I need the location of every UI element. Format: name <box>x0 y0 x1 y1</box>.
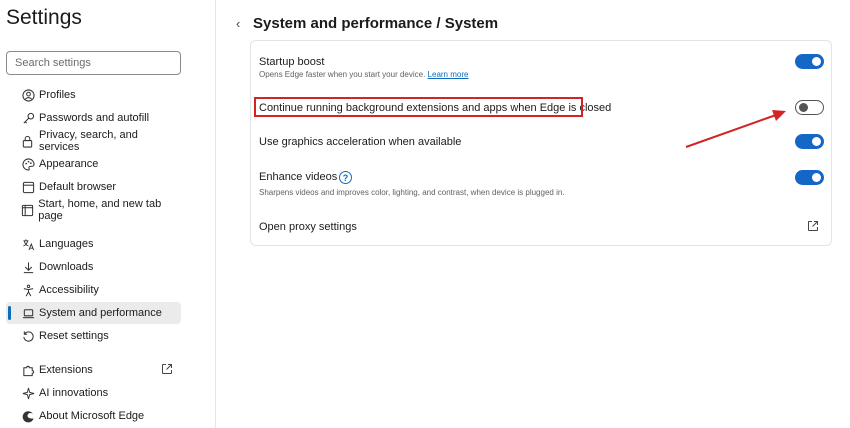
sidebar-item-reset[interactable]: Reset settings <box>6 325 181 347</box>
learn-more-link[interactable]: Learn more <box>428 70 469 79</box>
sidebar-item-passwords[interactable]: Passwords and autofill <box>6 107 181 129</box>
sidebar-item-default-browser[interactable]: Default browser <box>6 176 181 198</box>
settings-window: Settings Profiles Passwords and autofill… <box>0 0 850 428</box>
graphics-acceleration-toggle[interactable] <box>795 134 824 149</box>
search-input[interactable] <box>6 51 181 75</box>
setting-row-proxy[interactable]: Open proxy settings <box>251 213 831 239</box>
sidebar-item-label: Reset settings <box>39 330 109 342</box>
background-extensions-toggle[interactable] <box>795 100 824 115</box>
browser-icon <box>21 180 35 194</box>
setting-title: Enhance videos <box>259 171 338 183</box>
setting-row-startup-boost: Startup boost Opens Edge faster when you… <box>251 41 831 89</box>
profile-icon <box>21 88 35 102</box>
download-icon <box>21 260 35 274</box>
setting-title: Startup boost <box>259 56 325 68</box>
lock-icon <box>21 134 35 148</box>
sidebar-item-label: AI innovations <box>39 387 109 399</box>
sidebar-item-label: System and performance <box>39 307 162 319</box>
sidebar-item-start-home[interactable]: Start, home, and new tab page <box>6 198 181 222</box>
setting-description: Sharpens videos and improves color, ligh… <box>259 188 565 197</box>
sidebar-item-label: Downloads <box>39 261 94 273</box>
sidebar-item-label: Extensions <box>39 364 93 376</box>
palette-icon <box>21 157 35 171</box>
reset-icon <box>21 329 35 343</box>
sidebar-item-profiles[interactable]: Profiles <box>6 84 181 106</box>
sidebar-item-appearance[interactable]: Appearance <box>6 153 181 175</box>
sidebar-item-label: Default browser <box>39 181 117 193</box>
page-title: System and performance / System <box>253 15 499 32</box>
sidebar-item-label: Appearance <box>39 158 99 170</box>
languages-icon <box>21 237 35 251</box>
help-icon[interactable]: ? <box>339 171 352 184</box>
home-page-icon <box>21 203 34 217</box>
sidebar-item-label: Start, home, and new tab page <box>38 198 162 222</box>
sidebar-item-label: About Microsoft Edge <box>39 410 145 422</box>
accessibility-icon <box>21 283 35 297</box>
sidebar-item-system-performance[interactable]: System and performance <box>6 302 181 324</box>
puzzle-icon <box>21 363 35 377</box>
annotation-arrow-icon <box>685 110 786 148</box>
sidebar-item-downloads[interactable]: Downloads <box>6 256 181 278</box>
sidebar-item-extensions[interactable]: Extensions <box>6 359 181 381</box>
sidebar-item-label: Passwords and autofill <box>39 112 150 124</box>
sparkle-icon <box>21 386 35 400</box>
setting-title: Open proxy settings <box>259 221 357 233</box>
annotation-highlight-box <box>254 97 583 117</box>
sidebar-item-languages[interactable]: Languages <box>6 233 181 255</box>
edge-logo-icon <box>21 409 35 423</box>
sidebar-item-label: Accessibility <box>39 284 99 296</box>
enhance-videos-toggle[interactable] <box>795 170 824 185</box>
sidebar-item-accessibility[interactable]: Accessibility <box>6 279 181 301</box>
app-title: Settings <box>6 6 82 29</box>
sidebar-item-about[interactable]: About Microsoft Edge <box>6 405 181 427</box>
sidebar-item-ai-innovations[interactable]: AI innovations <box>6 382 181 404</box>
external-link-icon[interactable] <box>807 220 819 232</box>
laptop-icon <box>21 306 35 320</box>
key-icon <box>21 111 35 125</box>
external-link-icon <box>162 364 172 374</box>
setting-title: Use graphics acceleration when available <box>259 136 462 148</box>
setting-row-enhance-videos: Enhance videos ? Sharpens videos and imp… <box>251 167 831 203</box>
startup-boost-toggle[interactable] <box>795 54 824 69</box>
sidebar-item-label: Profiles <box>39 89 76 101</box>
sidebar-item-privacy[interactable]: Privacy, search, and services <box>6 129 181 153</box>
sidebar: Settings Profiles Passwords and autofill… <box>0 0 216 428</box>
sidebar-item-label: Privacy, search, and services <box>38 129 138 153</box>
sidebar-item-label: Languages <box>39 238 94 250</box>
setting-description: Opens Edge faster when you start your de… <box>259 70 469 79</box>
back-chevron-icon[interactable]: ‹ <box>236 16 240 31</box>
